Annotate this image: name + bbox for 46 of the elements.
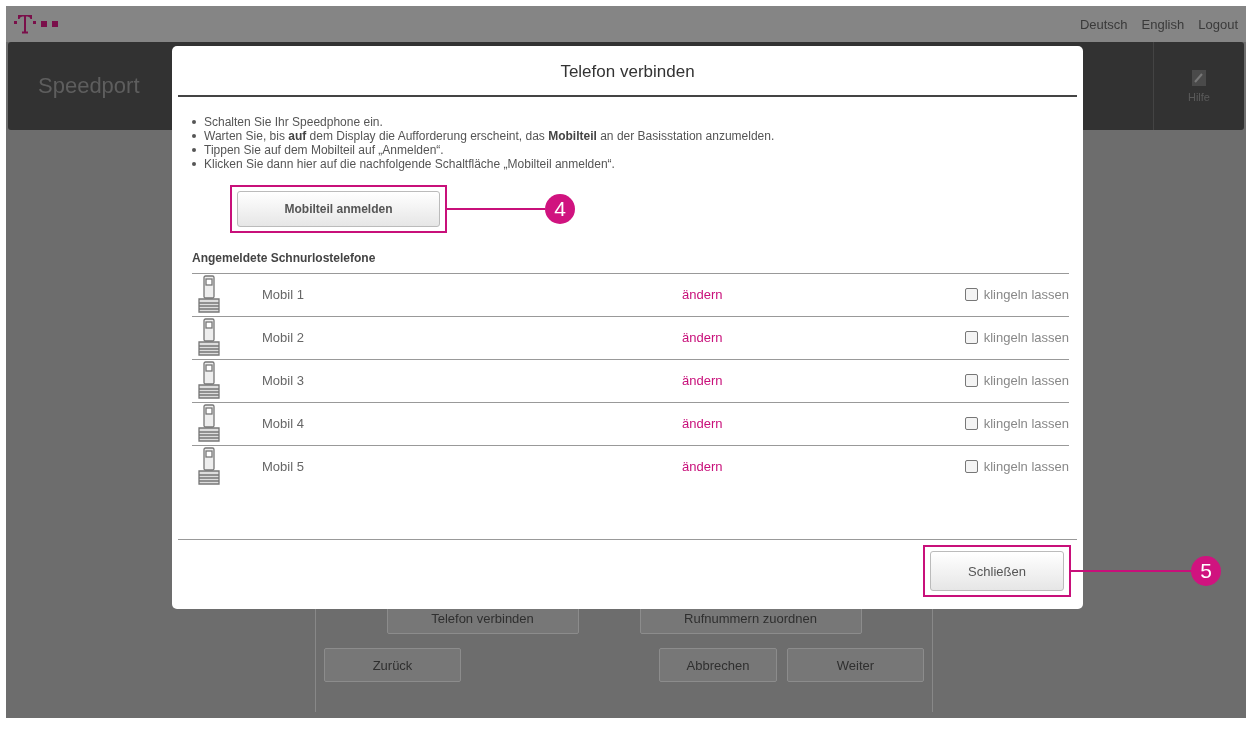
instruction-item: Warten Sie, bis auf dem Display die Aufforderung erscheint, das Mobilteil an der Basisstation anzumelden. xyxy=(204,129,775,143)
checkbox[interactable] xyxy=(964,330,978,344)
change-link[interactable]: ändern xyxy=(682,286,723,302)
back-button[interactable]: Zurück xyxy=(324,648,461,682)
change-link[interactable]: ändern xyxy=(682,329,723,345)
instruction-item: Klicken Sie dann hier auf die nachfolgende Schaltfläche „Mobilteil anmelden“. xyxy=(204,157,615,171)
section-title: Angemeldete Schnurlostelefone xyxy=(192,251,377,265)
cordless-phone-icon xyxy=(198,361,220,399)
checkbox-label: klingeln lassen xyxy=(983,415,1069,431)
language-link[interactable]: Deutsch xyxy=(1079,16,1128,32)
next-button[interactable]: Weiter xyxy=(787,648,924,682)
language-link[interactable]: English xyxy=(1141,16,1185,32)
cordless-phone-icon xyxy=(198,404,220,442)
change-link[interactable]: ändern xyxy=(682,458,723,474)
checkbox[interactable] xyxy=(964,416,978,430)
cancel-button[interactable]: Abbrechen xyxy=(659,648,777,682)
handset-name: Mobil 1 xyxy=(262,286,305,302)
checkbox[interactable] xyxy=(964,459,978,473)
change-link[interactable]: ändern xyxy=(682,372,723,388)
checkbox-label: klingeln lassen xyxy=(983,329,1069,345)
close-button[interactable]: Schließen xyxy=(930,551,1064,591)
instruction-item: Schalten Sie Ihr Speedphone ein. xyxy=(204,115,383,129)
bullet-icon xyxy=(192,134,196,138)
cordless-phone-icon xyxy=(198,318,220,356)
handset-name: Mobil 3 xyxy=(262,372,305,388)
cordless-phone-icon xyxy=(198,275,220,313)
pencil-icon xyxy=(1191,69,1207,87)
register-handset-button[interactable]: Mobilteil anmelden xyxy=(237,191,440,227)
logout-link[interactable]: Logout xyxy=(1198,16,1238,32)
handset-name: Mobil 5 xyxy=(262,458,305,474)
bullet-icon xyxy=(192,120,196,124)
handset-name: Mobil 2 xyxy=(262,329,305,345)
checkbox[interactable] xyxy=(964,373,978,387)
bullet-icon xyxy=(192,148,196,152)
checkbox-label: klingeln lassen xyxy=(983,458,1069,474)
checkbox[interactable] xyxy=(964,287,978,301)
callout-number: 4 xyxy=(545,194,575,224)
checkbox-label: klingeln lassen xyxy=(983,286,1069,302)
telekom-logo xyxy=(14,13,58,35)
handset-name: Mobil 4 xyxy=(262,415,305,431)
bullet-icon xyxy=(192,162,196,166)
checkbox-label: klingeln lassen xyxy=(983,372,1069,388)
instruction-item: Tippen Sie auf dem Mobilteil auf „Anmelden“. xyxy=(204,143,444,157)
dialog-title: Telefon verbinden xyxy=(178,46,1077,97)
change-link[interactable]: ändern xyxy=(682,415,723,431)
cordless-phone-icon xyxy=(198,447,220,485)
